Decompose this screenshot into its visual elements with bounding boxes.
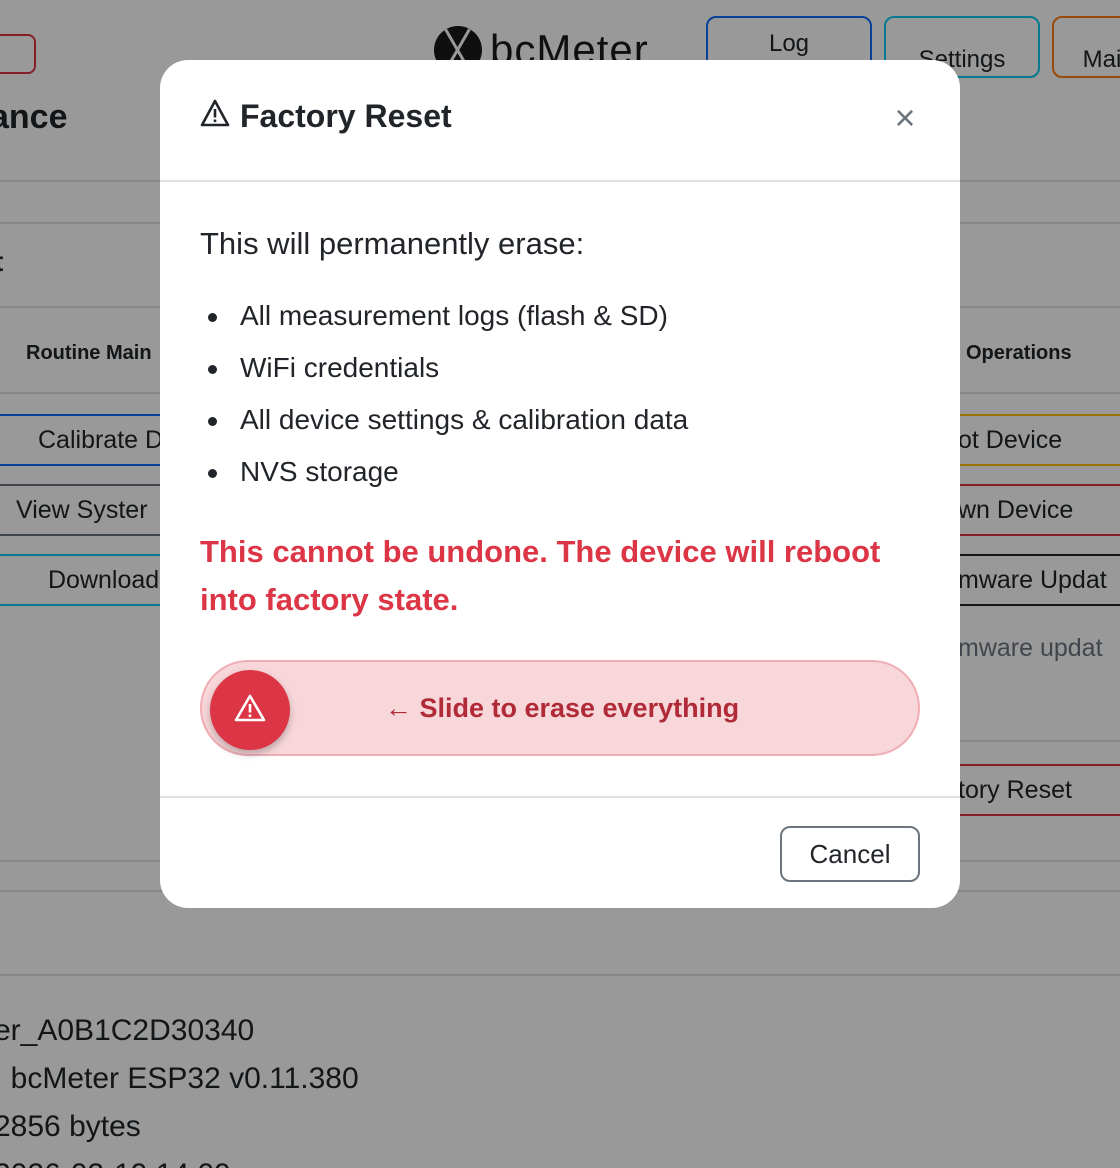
modal-body: This will permanently erase: All measure… — [200, 182, 920, 756]
close-icon[interactable]: × — [890, 100, 920, 136]
slide-to-erase-slider[interactable]: ← Slide to erase everything — [200, 660, 920, 756]
slider-label: ← Slide to erase everything — [384, 693, 740, 723]
erase-list: All measurement logs (flash & SD) WiFi c… — [200, 290, 920, 498]
warning-triangle-icon — [200, 98, 230, 135]
list-item: All measurement logs (flash & SD) — [200, 290, 920, 342]
modal-header: Factory Reset × — [160, 60, 960, 182]
list-item: NVS storage — [200, 446, 920, 498]
erase-intro: This will permanently erase: — [200, 226, 585, 261]
danger-warning: This cannot be undone. The device will r… — [200, 534, 881, 617]
factory-reset-modal: Factory Reset × This will permanently er… — [160, 60, 960, 908]
list-item: All device settings & calibration data — [200, 394, 920, 446]
modal-title: Factory Reset — [200, 98, 452, 135]
slider-handle[interactable] — [210, 670, 290, 750]
list-item: WiFi credentials — [200, 342, 920, 394]
modal-footer: Cancel — [160, 796, 960, 908]
warning-triangle-icon — [234, 694, 266, 727]
modal-title-text: Factory Reset — [240, 98, 452, 134]
cancel-button[interactable]: Cancel — [780, 826, 920, 882]
